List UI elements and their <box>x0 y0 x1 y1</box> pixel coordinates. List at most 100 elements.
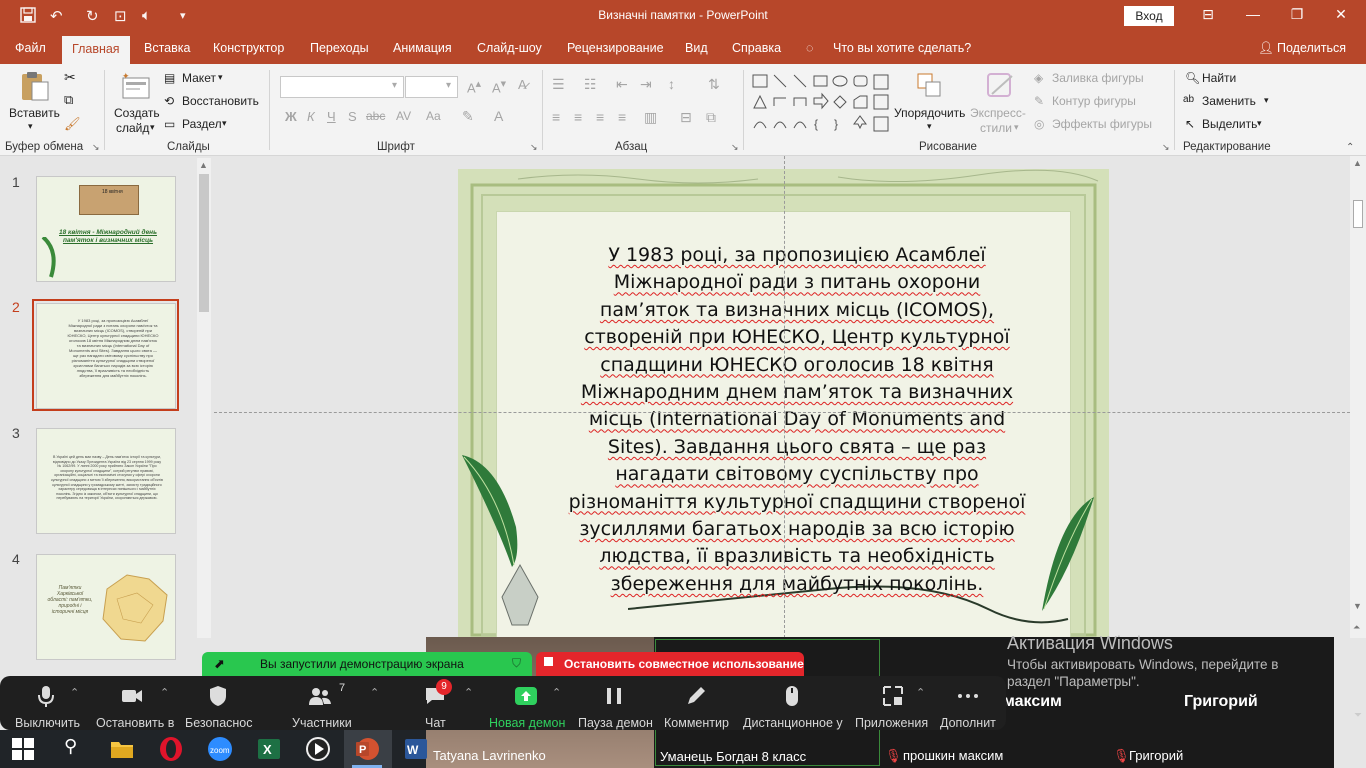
close-button[interactable]: ✕ <box>1326 6 1356 23</box>
tab-animation[interactable]: Анимация <box>393 41 452 55</box>
tab-home[interactable]: Главная <box>62 36 130 64</box>
minimize-button[interactable]: — <box>1238 6 1268 22</box>
tab-file[interactable]: Файл <box>15 41 46 55</box>
previous-slide-icon[interactable]: ⏶ <box>1353 622 1360 633</box>
zoom-app-icon[interactable]: zoom <box>207 736 233 762</box>
chevron-down-icon[interactable]: ▾ <box>1257 118 1262 129</box>
participants-button[interactable]: Участники <box>292 716 352 730</box>
clear-format-icon[interactable]: A̷ <box>518 77 527 92</box>
shape-effects-button[interactable]: Эффекты фигуры <box>1052 117 1152 131</box>
numbering-icon[interactable]: ☷ <box>584 76 597 93</box>
tab-help[interactable]: Справка <box>732 41 781 55</box>
change-case-button[interactable]: Aa <box>426 109 441 123</box>
more-button[interactable]: Дополнит <box>940 716 996 730</box>
columns-icon[interactable]: ▥ <box>644 109 657 126</box>
section-button[interactable]: Раздел <box>182 117 222 131</box>
bold-button[interactable]: Ж <box>285 109 297 124</box>
new-slide-label-2[interactable]: слайд <box>116 121 149 135</box>
justify-icon[interactable]: ≡ <box>618 109 626 125</box>
new-slide-icon[interactable]: ✦ <box>120 70 152 102</box>
word-icon[interactable]: W <box>403 736 429 762</box>
powerpoint-icon[interactable]: P <box>354 736 380 762</box>
remote-control-button[interactable]: Дистанционное у <box>743 716 843 730</box>
decrease-indent-icon[interactable]: ⇤ <box>616 76 628 93</box>
chevron-up-icon[interactable]: ⌃ <box>70 686 79 699</box>
pen-icon[interactable]: ✎ <box>1034 94 1044 108</box>
apps-button[interactable]: Приложения <box>855 716 928 730</box>
increase-font-icon[interactable]: A▴ <box>467 77 481 95</box>
font-family-select[interactable]: ▾ <box>280 76 404 98</box>
dialog-launcher-icon[interactable]: ↘ <box>530 142 538 153</box>
stop-video-button[interactable]: Остановить в <box>96 716 174 730</box>
slide-thumbnail-2[interactable]: У 1983 році, за пропозицією Асамблеї Між… <box>36 303 176 409</box>
align-text-icon[interactable]: ⊟ <box>680 109 692 126</box>
decrease-font-icon[interactable]: A▾ <box>492 77 506 95</box>
align-right-icon[interactable]: ≡ <box>596 109 604 125</box>
media-player-icon[interactable] <box>305 736 331 762</box>
font-color-icon[interactable]: A <box>494 108 503 124</box>
security-shield-icon[interactable] <box>206 684 230 708</box>
arrange-label[interactable]: Упорядочить <box>894 106 965 120</box>
pause-share-button[interactable]: Пауза демон <box>578 716 653 730</box>
layout-button[interactable]: Макет <box>182 71 216 85</box>
scroll-up-icon[interactable]: ▲ <box>1353 158 1362 168</box>
excel-icon[interactable]: X <box>256 736 282 762</box>
apps-icon[interactable] <box>881 684 905 708</box>
strikethrough-button[interactable]: abc <box>366 109 385 123</box>
reset-icon[interactable]: ⟲ <box>164 94 174 108</box>
dialog-launcher-icon[interactable]: ↘ <box>731 142 739 153</box>
horizontal-guide[interactable] <box>214 412 1350 413</box>
chevron-up-icon[interactable]: ⌃ <box>552 686 561 699</box>
cut-icon[interactable]: ✂ <box>64 69 76 86</box>
effects-icon[interactable]: ◎ <box>1034 117 1044 131</box>
chevron-down-icon[interactable]: ▾ <box>222 118 227 129</box>
chat-button[interactable]: Чат <box>425 716 446 730</box>
chevron-down-icon[interactable]: ▾ <box>1014 122 1019 133</box>
mute-button[interactable]: Выключить <box>15 716 80 730</box>
slide-thumbnail-1[interactable]: 18 квітня 18 квітня - Міжнародний день п… <box>36 176 176 282</box>
thumbnails-scrollbar[interactable]: ▲ <box>197 158 211 638</box>
bullets-icon[interactable]: ☰ <box>552 76 565 93</box>
italic-button[interactable]: К <box>307 109 315 124</box>
highlight-icon[interactable]: ✎ <box>462 108 474 125</box>
chevron-up-icon[interactable]: ⌃ <box>160 686 169 699</box>
line-spacing-icon[interactable]: ↕ <box>668 76 675 92</box>
chevron-down-icon[interactable]: ▾ <box>28 121 33 132</box>
slide-thumbnail-4[interactable]: Пам'ятки Харківської області: пам'ятки, … <box>36 554 176 660</box>
select-arrow-icon[interactable]: ↖ <box>1185 117 1195 131</box>
search-icon[interactable]: ⚲ <box>64 736 90 762</box>
replace-icon[interactable]: ab <box>1183 94 1194 105</box>
underline-button[interactable]: Ч <box>327 109 336 124</box>
char-spacing-button[interactable]: AV <box>396 109 411 123</box>
align-left-icon[interactable]: ≡ <box>552 109 560 125</box>
shape-outline-button[interactable]: Контур фигуры <box>1052 94 1136 108</box>
share-button[interactable]: Поделиться <box>1277 41 1346 55</box>
mouse-icon[interactable] <box>780 684 804 708</box>
slide-thumbnail-3[interactable]: В Україні цей день має назву – День пам'… <box>36 428 176 534</box>
scroll-up-icon[interactable]: ▲ <box>199 160 208 170</box>
slide-scrollbar[interactable]: ▲ ▼ ⏶ <box>1350 156 1366 638</box>
ribbon-display-icon[interactable]: ⊟ <box>1193 6 1223 23</box>
windows-start-icon[interactable] <box>12 738 34 760</box>
section-icon[interactable]: ▭ <box>164 117 175 131</box>
chevron-down-icon[interactable]: ▾ <box>927 121 932 132</box>
annotate-pen-icon[interactable] <box>684 684 708 708</box>
more-icon[interactable] <box>956 684 980 708</box>
smartart-icon[interactable]: ⧉ <box>706 109 716 126</box>
chevron-up-icon[interactable]: ⌃ <box>916 686 925 699</box>
collapse-ribbon-icon[interactable]: ⌃ <box>1346 142 1354 153</box>
paste-label[interactable]: Вставить <box>9 106 60 120</box>
dialog-launcher-icon[interactable]: ↘ <box>1162 142 1170 153</box>
font-size-select[interactable]: ▾ <box>405 76 458 98</box>
slide-body-text[interactable]: У 1983 році, за пропозицією Асамблеї Між… <box>562 242 1032 598</box>
find-icon[interactable]: 🔍︎ <box>1185 71 1200 85</box>
quick-styles-icon[interactable] <box>984 70 1016 102</box>
signin-button[interactable]: Вход <box>1124 6 1174 26</box>
microphone-icon[interactable] <box>34 684 58 708</box>
security-button[interactable]: Безопаснос <box>185 716 253 730</box>
gallery-scroll-icon[interactable]: ⏷ <box>1354 710 1362 721</box>
share-screen-icon[interactable] <box>514 684 538 708</box>
dialog-launcher-icon[interactable]: ↘ <box>92 142 100 153</box>
shape-fill-button[interactable]: Заливка фигуры <box>1052 71 1144 85</box>
scroll-thumb[interactable] <box>1353 200 1363 228</box>
